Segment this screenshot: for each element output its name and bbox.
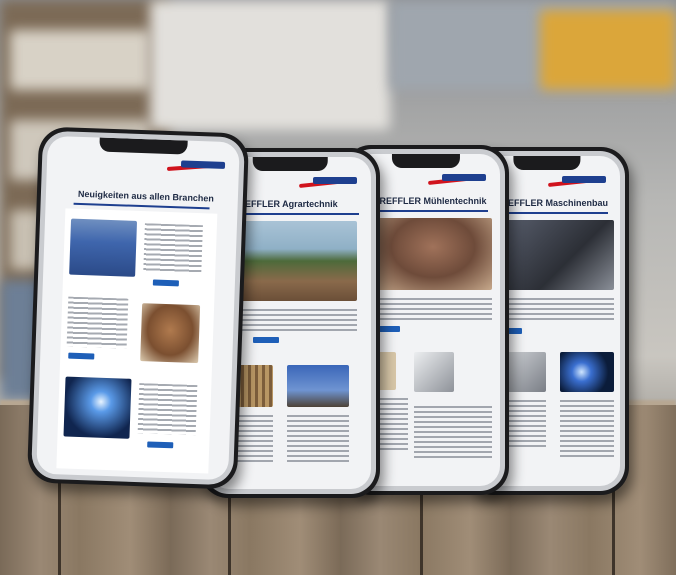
machining-image <box>496 220 614 290</box>
read-more-button[interactable] <box>147 441 174 449</box>
tractor-field-image <box>233 221 357 301</box>
treffler-logo <box>547 174 610 190</box>
treffler-logo <box>427 172 490 188</box>
article-text <box>496 298 614 322</box>
heading-rule <box>364 210 488 212</box>
welding-image <box>63 376 132 439</box>
read-more-button[interactable] <box>68 352 95 360</box>
machine-image <box>414 352 454 392</box>
article-text <box>374 298 492 320</box>
article-text <box>414 406 492 460</box>
bread-image <box>140 303 201 364</box>
welding-image <box>560 352 614 392</box>
article-text <box>233 309 357 331</box>
article-text <box>560 400 614 460</box>
bread-image <box>374 218 492 290</box>
photo-scene: TREFFLER Maschinenbau TREFFLER Mühlentec… <box>0 0 676 575</box>
phone-notch <box>99 137 189 155</box>
treffler-logo <box>298 175 361 191</box>
background-shelf <box>540 10 676 90</box>
newsletter-heading: TREFFLER Mühlentechnik <box>374 196 487 206</box>
article-text <box>66 296 129 349</box>
phone-alle-branchen: Neuigkeiten aus allen Branchen <box>26 126 250 490</box>
background-shelf <box>150 0 390 130</box>
phone-notch <box>391 154 461 168</box>
article-text <box>287 415 349 465</box>
phone-screen: Neuigkeiten aus allen Branchen <box>36 135 240 481</box>
hall-construction-image <box>287 365 349 407</box>
background-shelf <box>10 30 150 90</box>
phone-notch <box>513 156 581 170</box>
read-more-button[interactable] <box>253 337 279 343</box>
read-more-button[interactable] <box>152 279 179 287</box>
article-text <box>143 223 203 274</box>
newsletter-heading: TREFFLER Maschinenbau <box>496 198 608 208</box>
treffler-logo <box>166 158 230 176</box>
phone-notch <box>252 157 328 171</box>
article-text <box>137 383 198 436</box>
newsletter-heading: TREFFLER Agrartechnik <box>233 199 338 209</box>
newsletter-heading: Neuigkeiten aus allen Branchen <box>77 188 215 204</box>
tractor-image <box>69 218 138 277</box>
